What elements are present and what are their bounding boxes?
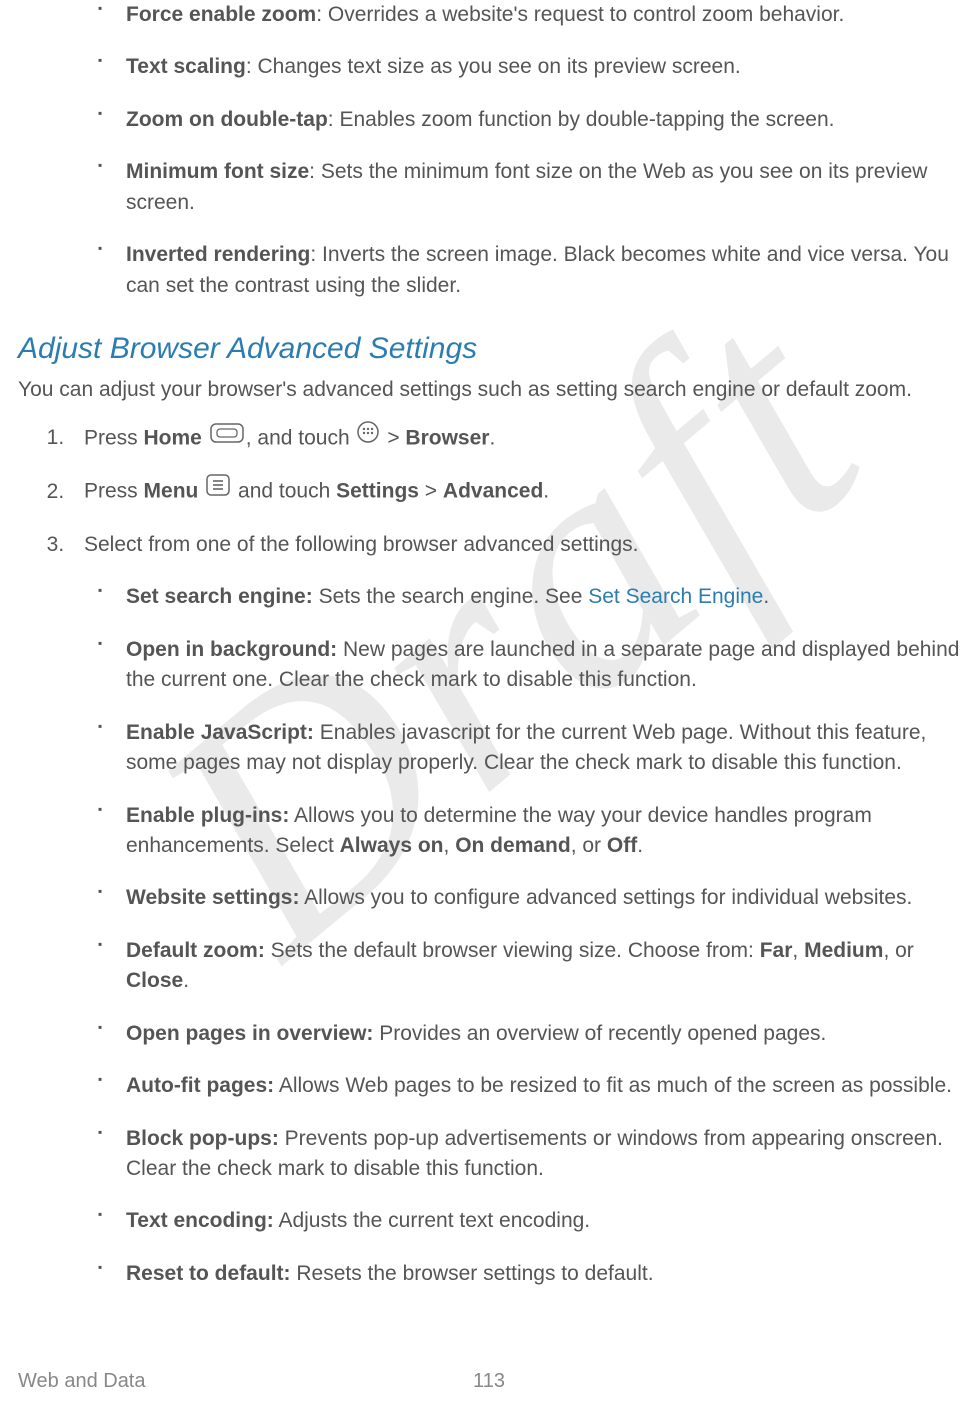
list-item: Set search engine: Sets the search engin… xyxy=(100,582,960,612)
list-item: Default zoom: Sets the default browser v… xyxy=(100,936,960,997)
set-search-engine-link[interactable]: Set Search Engine xyxy=(588,585,763,608)
term: Reset to default: xyxy=(126,1262,291,1285)
text: , or xyxy=(883,939,913,962)
steps-list: Press Home , and touch > Browser. Press … xyxy=(18,423,960,560)
section-intro: You can adjust your browser's advanced s… xyxy=(18,375,960,405)
desc: Allows you to configure advanced setting… xyxy=(299,886,912,909)
desc: : Changes text size as you see on its pr… xyxy=(246,55,741,78)
menu-label: Menu xyxy=(144,480,199,503)
list-item: Block pop-ups: Prevents pop-up advertise… xyxy=(100,1124,960,1185)
option: Medium xyxy=(804,939,883,962)
page-number: 113 xyxy=(473,1367,505,1396)
list-item: Reset to default: Resets the browser set… xyxy=(100,1259,960,1289)
term: Enable plug-ins: xyxy=(126,804,289,827)
option: Off xyxy=(607,834,637,857)
list-item: Force enable zoom: Overrides a website's… xyxy=(100,0,960,30)
section-heading: Adjust Browser Advanced Settings xyxy=(18,327,960,371)
text: , xyxy=(792,939,804,962)
list-item: Open in background: New pages are launch… xyxy=(100,635,960,696)
term: Open in background: xyxy=(126,638,337,661)
desc: Sets the default browser viewing size. C… xyxy=(265,939,760,962)
list-item: Minimum font size: Sets the minimum font… xyxy=(100,157,960,218)
term: Text scaling xyxy=(126,55,246,78)
browser-label: Browser xyxy=(405,426,489,449)
text: Select from one of the following browser… xyxy=(84,533,638,556)
advanced-settings-list: Set search engine: Sets the search engin… xyxy=(18,582,960,1289)
step-1: Press Home , and touch > Browser. xyxy=(70,423,960,454)
text: and touch xyxy=(238,480,336,503)
accessibility-settings-list: Force enable zoom: Overrides a website's… xyxy=(18,0,960,301)
settings-label: Settings xyxy=(336,480,419,503)
home-label: Home xyxy=(144,426,202,449)
list-item: Auto-fit pages: Allows Web pages to be r… xyxy=(100,1071,960,1101)
term: Website settings: xyxy=(126,886,299,909)
text: > xyxy=(387,426,405,449)
text: , and touch xyxy=(246,426,356,449)
apps-icon xyxy=(357,421,379,452)
term: Block pop-ups: xyxy=(126,1127,279,1150)
list-item: Enable JavaScript: Enables javascript fo… xyxy=(100,718,960,779)
advanced-label: Advanced xyxy=(443,480,543,503)
text: . xyxy=(763,585,769,608)
text: . xyxy=(489,426,495,449)
term: Minimum font size xyxy=(126,160,309,183)
footer-section: Web and Data xyxy=(18,1367,146,1396)
text: . xyxy=(183,969,189,992)
term: Text encoding: xyxy=(126,1209,274,1232)
option: Far xyxy=(760,939,793,962)
text: , xyxy=(444,834,456,857)
list-item: Enable plug-ins: Allows you to determine… xyxy=(100,801,960,862)
list-item: Open pages in overview: Provides an over… xyxy=(100,1019,960,1049)
desc: Resets the browser settings to default. xyxy=(291,1262,654,1285)
term: Auto-fit pages: xyxy=(126,1074,274,1097)
desc: Provides an overview of recently opened … xyxy=(373,1022,826,1045)
list-item: Inverted rendering: Inverts the screen i… xyxy=(100,240,960,301)
option: On demand xyxy=(455,834,571,857)
desc: Allows Web pages to be resized to fit as… xyxy=(274,1074,952,1097)
term: Force enable zoom xyxy=(126,3,316,26)
desc: Adjusts the current text encoding. xyxy=(274,1209,590,1232)
list-item: Text encoding: Adjusts the current text … xyxy=(100,1206,960,1236)
text: > xyxy=(419,480,443,503)
text: . xyxy=(637,834,643,857)
term: Set search engine: xyxy=(126,585,313,608)
term: Inverted rendering xyxy=(126,243,310,266)
term: Zoom on double-tap xyxy=(126,108,328,131)
list-item: Website settings: Allows you to configur… xyxy=(100,883,960,913)
list-item: Text scaling: Changes text size as you s… xyxy=(100,52,960,82)
home-icon xyxy=(210,422,244,452)
text: Press xyxy=(84,480,144,503)
menu-icon xyxy=(206,474,230,505)
term: Default zoom: xyxy=(126,939,265,962)
option: Always on xyxy=(340,834,444,857)
text: . xyxy=(543,480,549,503)
desc: : Enables zoom function by double-tappin… xyxy=(328,108,835,131)
step-2: Press Menu and touch Settings > Advanced… xyxy=(70,476,960,507)
option: Close xyxy=(126,969,183,992)
text: Press xyxy=(84,426,144,449)
page-footer: Web and Data 113 xyxy=(18,1367,960,1396)
desc: Sets the search engine. See xyxy=(313,585,589,608)
desc: : Overrides a website's request to contr… xyxy=(316,3,844,26)
term: Open pages in overview: xyxy=(126,1022,373,1045)
list-item: Zoom on double-tap: Enables zoom functio… xyxy=(100,105,960,135)
step-3: Select from one of the following browser… xyxy=(70,530,960,560)
text: , or xyxy=(571,834,607,857)
term: Enable JavaScript: xyxy=(126,721,314,744)
